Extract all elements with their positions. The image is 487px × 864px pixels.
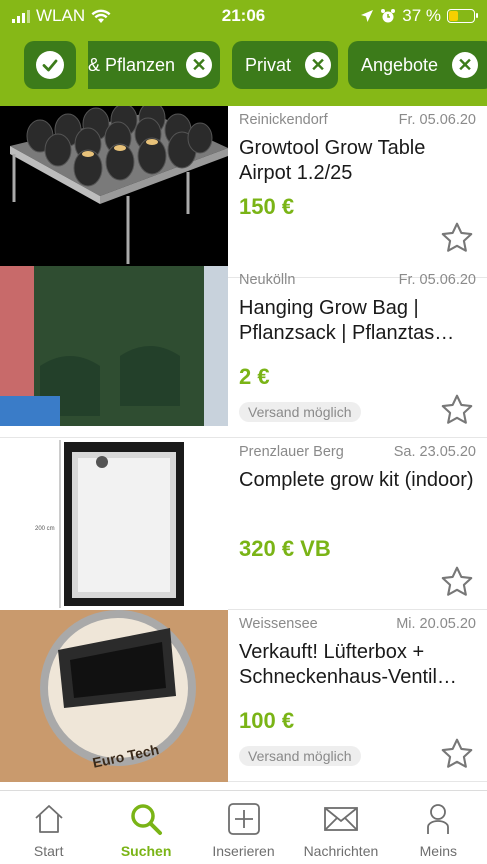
listing-list: Reinickendorf Fr. 05.06.20 Growtool Grow… — [0, 106, 487, 784]
star-icon[interactable] — [439, 564, 475, 600]
shipping-badge: Versand möglich — [239, 746, 361, 766]
tab-nachrichten[interactable]: Nachrichten — [292, 791, 389, 864]
listing-price: 2 € — [239, 364, 270, 389]
listing-meta: Reinickendorf Fr. 05.06.20 — [239, 112, 476, 128]
tab-label: Inserieren — [212, 843, 275, 859]
listing-title: Verkauft! Lüfterbox + Schneckenhaus-Vent… — [239, 641, 457, 688]
listing-meta: Weissensee Mi. 20.05.20 — [239, 616, 476, 632]
listing-price: 100 € — [239, 708, 295, 733]
listing-item[interactable]: Reinickendorf Fr. 05.06.20 Growtool Grow… — [0, 106, 487, 278]
filter-chip-pflanzen[interactable]: & Pflanzen ✕ — [88, 41, 220, 89]
tab-label: Nachrichten — [303, 843, 379, 859]
listing-price: 320 € VB — [239, 536, 331, 561]
tab-start[interactable]: Start — [0, 791, 97, 864]
filter-chip-label: Privat — [245, 54, 292, 75]
mail-icon — [324, 807, 358, 831]
listing-date: Sa. 23.05.20 — [393, 444, 476, 460]
image-caption: 200 cm — [35, 526, 55, 532]
status-bar: WLAN 21:06 37 % — [0, 0, 487, 32]
listing-image — [0, 106, 228, 266]
listing-price: 150 € — [239, 194, 295, 219]
tab-meins[interactable]: Meins — [390, 791, 487, 864]
battery-percent: 37 % — [402, 6, 441, 25]
listing-date: Mi. 20.05.20 — [396, 616, 476, 632]
listing-title: Complete grow kit (indoor) — [239, 469, 474, 491]
home-icon — [35, 805, 63, 833]
checkmark-icon — [36, 51, 64, 79]
star-icon[interactable] — [439, 392, 475, 428]
listing-meta: Prenzlauer Berg Sa. 23.05.20 — [239, 444, 476, 460]
listing-image: 200 cm — [0, 438, 228, 610]
listing-date: Fr. 05.06.20 — [398, 272, 476, 288]
star-icon[interactable] — [439, 736, 475, 772]
listing-image: Euro Tech — [0, 610, 228, 782]
filter-chip-privat[interactable]: Privat ✕ — [232, 41, 338, 89]
person-icon — [427, 804, 450, 834]
close-icon[interactable]: ✕ — [186, 52, 212, 78]
filter-chip-label: & Pflanzen — [88, 54, 176, 75]
tab-inserieren[interactable]: Inserieren — [195, 791, 292, 864]
alarm-icon — [381, 9, 396, 23]
plus-icon — [227, 803, 260, 835]
location-icon — [361, 10, 374, 22]
tab-bar: Start Suchen Inserieren Nachrichten Mein… — [0, 790, 487, 864]
filter-all-chip[interactable] — [24, 41, 76, 89]
listing-item[interactable]: 200 cm Prenzlauer Berg Sa. 23.05.20 Comp… — [0, 438, 487, 610]
listing-location: Weissensee — [239, 616, 318, 632]
filter-chip-label: Angebote — [361, 54, 439, 75]
listing-item[interactable]: Neukölln Fr. 05.06.20 Hanging Grow Bag |… — [0, 266, 487, 438]
listing-title: Growtool Grow Table Airpot 1.2/25 — [239, 137, 426, 184]
listing-date: Fr. 05.06.20 — [398, 112, 476, 128]
listing-meta: Neukölln Fr. 05.06.20 — [239, 272, 476, 288]
shipping-badge: Versand möglich — [239, 402, 361, 422]
listing-title: Hanging Grow Bag | Pflanzsack | Pflanzta… — [239, 297, 455, 344]
listing-image — [0, 266, 228, 426]
listing-location: Reinickendorf — [239, 112, 328, 128]
listing-location: Prenzlauer Berg — [239, 444, 344, 460]
tab-label: Suchen — [120, 843, 172, 859]
listing-location: Neukölln — [239, 272, 296, 288]
tab-label: Start — [33, 843, 64, 859]
close-icon[interactable]: ✕ — [305, 52, 332, 78]
filter-chip-angebote[interactable]: Angebote ✕ — [348, 41, 487, 89]
tab-label: Meins — [419, 843, 457, 859]
battery-icon — [447, 9, 478, 23]
star-icon[interactable] — [439, 220, 475, 256]
listing-item[interactable]: Euro Tech Weissensee Mi. 20.05.20 Verkau… — [0, 610, 487, 782]
filter-bar: & Pflanzen ✕ Privat ✕ Angebote ✕ — [0, 32, 487, 106]
search-icon — [131, 804, 163, 835]
tab-suchen[interactable]: Suchen — [97, 791, 194, 864]
close-icon[interactable]: ✕ — [452, 52, 479, 78]
